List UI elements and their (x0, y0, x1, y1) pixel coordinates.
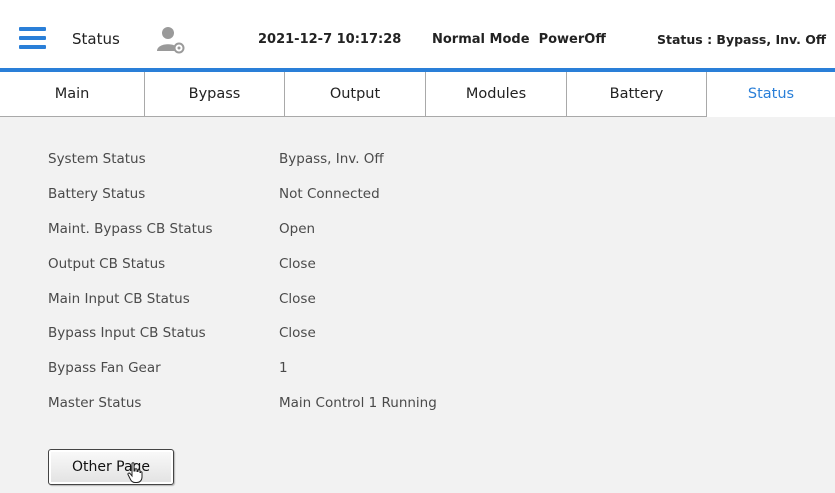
status-row-value: Close (279, 256, 316, 272)
tab-battery[interactable]: Battery (567, 72, 707, 117)
user-settings-icon[interactable] (155, 24, 185, 54)
status-row-label: Output CB Status (48, 256, 166, 272)
page-title: Status (72, 30, 120, 48)
tab-status[interactable]: Status (707, 72, 835, 117)
status-row-label: Main Input CB Status (48, 291, 190, 307)
tab-bypass[interactable]: Bypass (145, 72, 285, 117)
status-row-label: Maint. Bypass CB Status (48, 221, 213, 237)
status-row-label: Battery Status (48, 186, 146, 202)
tab-output[interactable]: Output (285, 72, 426, 117)
status-row-label: Bypass Input CB Status (48, 325, 206, 341)
status-row-value: Close (279, 291, 316, 307)
status-row-value: Main Control 1 Running (279, 395, 437, 411)
tab-bar: Main Bypass Output Modules Battery Statu… (0, 72, 835, 117)
status-row-label: Master Status (48, 395, 142, 411)
header-bar: Status 2021-12-7 10:17:28 Normal Mode Po… (0, 0, 835, 68)
datetime-display: 2021-12-7 10:17:28 (258, 32, 402, 47)
mode-display: Normal Mode PowerOff (432, 32, 606, 47)
status-display: Status : Bypass, Inv. Off (657, 32, 827, 47)
hand-cursor-icon (127, 462, 143, 483)
tab-modules[interactable]: Modules (426, 72, 567, 117)
status-row-label: System Status (48, 151, 146, 167)
status-row-value: Close (279, 325, 316, 341)
other-page-button[interactable]: Other Page (48, 449, 174, 485)
status-row-value: Not Connected (279, 186, 380, 202)
status-row-value: Open (279, 221, 316, 237)
tab-main[interactable]: Main (0, 72, 145, 117)
status-row-value: 1 (279, 360, 288, 376)
menu-icon[interactable] (19, 27, 46, 51)
status-row-label: Bypass Fan Gear (48, 360, 161, 376)
status-row-value: Bypass, Inv. Off (279, 151, 384, 167)
